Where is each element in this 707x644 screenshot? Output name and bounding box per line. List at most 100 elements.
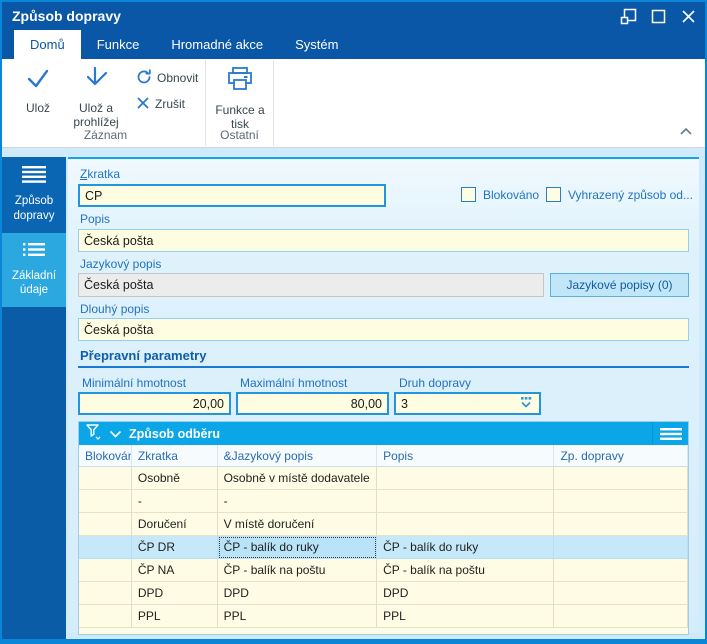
min-hmotnost-input[interactable]: 20,00 <box>78 392 231 415</box>
table-row[interactable]: DPDDPDDPD <box>79 582 688 605</box>
table-cell[interactable] <box>554 536 688 559</box>
table-cell[interactable]: - <box>132 490 218 513</box>
table-row[interactable]: -- <box>79 490 688 513</box>
save-and-view-icon <box>82 65 110 96</box>
dlouhy-popis-input[interactable]: Česká pošta <box>78 318 689 341</box>
table-cell[interactable] <box>79 467 132 490</box>
maximize-icon[interactable] <box>649 7 667 25</box>
close-icon[interactable] <box>679 7 697 25</box>
tab-domu[interactable]: Domů <box>14 30 81 59</box>
table-row[interactable]: DoručeníV místě doručení <box>79 513 688 536</box>
table-cell[interactable] <box>377 490 554 513</box>
refresh-button[interactable]: Obnovit <box>136 68 198 88</box>
column-header-zkratka[interactable]: Zkratka <box>132 445 218 466</box>
blokovano-checkbox-label: Blokováno <box>483 188 539 202</box>
table-row[interactable]: PPLPPLPPL <box>79 605 688 628</box>
cancel-button[interactable]: Zrušit <box>136 94 185 114</box>
table-cell[interactable]: PPL <box>377 605 554 628</box>
table-cell[interactable] <box>554 513 688 536</box>
filter-icon[interactable] <box>85 423 102 445</box>
table-cell[interactable] <box>554 605 688 628</box>
tab-system[interactable]: Systém <box>279 30 354 59</box>
column-header-zp-dopravy[interactable]: Zp. dopravy <box>554 445 688 466</box>
save-button[interactable]: Ulož <box>10 65 66 115</box>
druh-dopravy-label: Druh dopravy <box>399 376 471 390</box>
column-header-jazykovy-popis[interactable]: &Jazykový popis <box>218 445 377 466</box>
blokovano-checkbox[interactable]: Blokováno <box>461 187 539 202</box>
zkratka-label-rest: kratka <box>87 167 120 181</box>
table-cell[interactable]: PPL <box>132 605 218 628</box>
lookup-dropdown-icon[interactable] <box>518 396 534 412</box>
table-cell[interactable]: DPD <box>218 582 377 605</box>
sidebar-item-label: Základní údaje <box>4 269 64 298</box>
table-cell[interactable]: ČP - balík na poštu <box>218 559 377 582</box>
tab-hromadne-akce[interactable]: Hromadné akce <box>155 30 279 59</box>
min-hmotnost-label: Minimální hmotnost <box>82 376 186 390</box>
save-and-view-button[interactable]: Ulož a prohlížej <box>64 65 128 130</box>
table-cell[interactable]: - <box>218 490 377 513</box>
vyhrazeny-checkbox[interactable]: Vyhrazený způsob od... <box>546 187 693 202</box>
table-cell[interactable]: ČP - balík na poštu <box>377 559 554 582</box>
grid-header-bar: Způsob odběru <box>79 422 688 445</box>
save-button-label: Ulož <box>26 101 50 115</box>
chevron-down-icon[interactable] <box>109 425 122 443</box>
table-cell[interactable]: ČP - balík do ruky <box>218 536 377 559</box>
table-cell[interactable] <box>377 467 554 490</box>
column-header-blokovano[interactable]: Blokováno <box>79 445 132 466</box>
section-title: Přepravní parametry <box>80 348 206 363</box>
cancel-label: Zrušit <box>155 97 185 111</box>
list-icon <box>22 242 46 261</box>
table-cell[interactable] <box>554 582 688 605</box>
table-cell[interactable]: ČP - balík do ruky <box>377 536 554 559</box>
popis-input[interactable]: Česká pošta <box>78 229 689 252</box>
zkratka-label: Zkratka <box>80 167 120 181</box>
table-cell[interactable] <box>554 490 688 513</box>
table-cell[interactable] <box>554 559 688 582</box>
table-cell[interactable]: PPL <box>218 605 377 628</box>
table-cell[interactable]: V místě doručení <box>218 513 377 536</box>
table-cell[interactable]: ČP DR <box>132 536 218 559</box>
checkbox-icon <box>461 187 476 202</box>
restore-icon[interactable] <box>619 7 637 25</box>
tab-funkce[interactable]: Funkce <box>81 30 156 59</box>
cancel-x-icon <box>136 96 150 113</box>
table-cell[interactable]: DPD <box>132 582 218 605</box>
save-check-icon <box>24 65 52 96</box>
zkratka-input[interactable]: CP <box>78 184 386 207</box>
zpusob-odberu-grid: Způsob odběru BlokovánoZkratka&Jazykový … <box>78 421 689 635</box>
table-cell[interactable]: DPD <box>377 582 554 605</box>
table-cell[interactable]: Osobně v místě dodavatele <box>218 467 377 490</box>
table-row[interactable]: OsobněOsobně v místě dodavatele <box>79 467 688 490</box>
grid-menu-icon[interactable] <box>652 422 682 445</box>
save-and-view-label: Ulož a prohlížej <box>64 101 128 130</box>
table-cell[interactable]: Doručení <box>132 513 218 536</box>
table-cell[interactable] <box>79 605 132 628</box>
table-row[interactable]: ČP NAČP - balík na poštuČP - balík na po… <box>79 559 688 582</box>
table-cell[interactable] <box>79 490 132 513</box>
table-cell[interactable] <box>377 513 554 536</box>
table-cell[interactable] <box>554 467 688 490</box>
jazykove-popisy-button[interactable]: Jazykové popisy (0) <box>550 273 689 297</box>
table-row[interactable]: ČP DRČP - balík do rukyČP - balík do ruk… <box>79 536 688 559</box>
hamburger-icon <box>21 166 47 187</box>
refresh-label: Obnovit <box>157 71 198 85</box>
max-hmotnost-input[interactable]: 80,00 <box>236 392 389 415</box>
sidebar-item-zpusob-dopravy[interactable]: Způsob dopravy <box>2 157 66 233</box>
table-cell[interactable] <box>79 559 132 582</box>
sidebar-item-zakladni-udaje[interactable]: Základní údaje <box>2 233 66 307</box>
table-cell[interactable]: Osobně <box>132 467 218 490</box>
detail-panel: Zkratka CP Blokováno Vyhrazený způsob od… <box>68 157 699 633</box>
table-cell[interactable] <box>79 582 132 605</box>
collapse-ribbon-icon[interactable] <box>679 123 693 141</box>
titlebar: Způsob dopravy <box>2 2 705 30</box>
druh-dopravy-value: 3 <box>401 397 408 411</box>
functions-print-button[interactable]: Funkce a tisk <box>212 65 268 132</box>
table-cell[interactable] <box>79 536 132 559</box>
table-cell[interactable]: ČP NA <box>132 559 218 582</box>
table-cell[interactable] <box>79 513 132 536</box>
column-header-popis[interactable]: Popis <box>377 445 554 466</box>
druh-dopravy-select[interactable]: 3 <box>394 392 541 415</box>
ribbon-group-record-label: Záznam <box>6 128 205 145</box>
vyhrazeny-checkbox-label: Vyhrazený způsob od... <box>568 188 693 202</box>
ribbon: Ulož Ulož a prohlížej Obnovit Zrušit <box>2 59 705 148</box>
